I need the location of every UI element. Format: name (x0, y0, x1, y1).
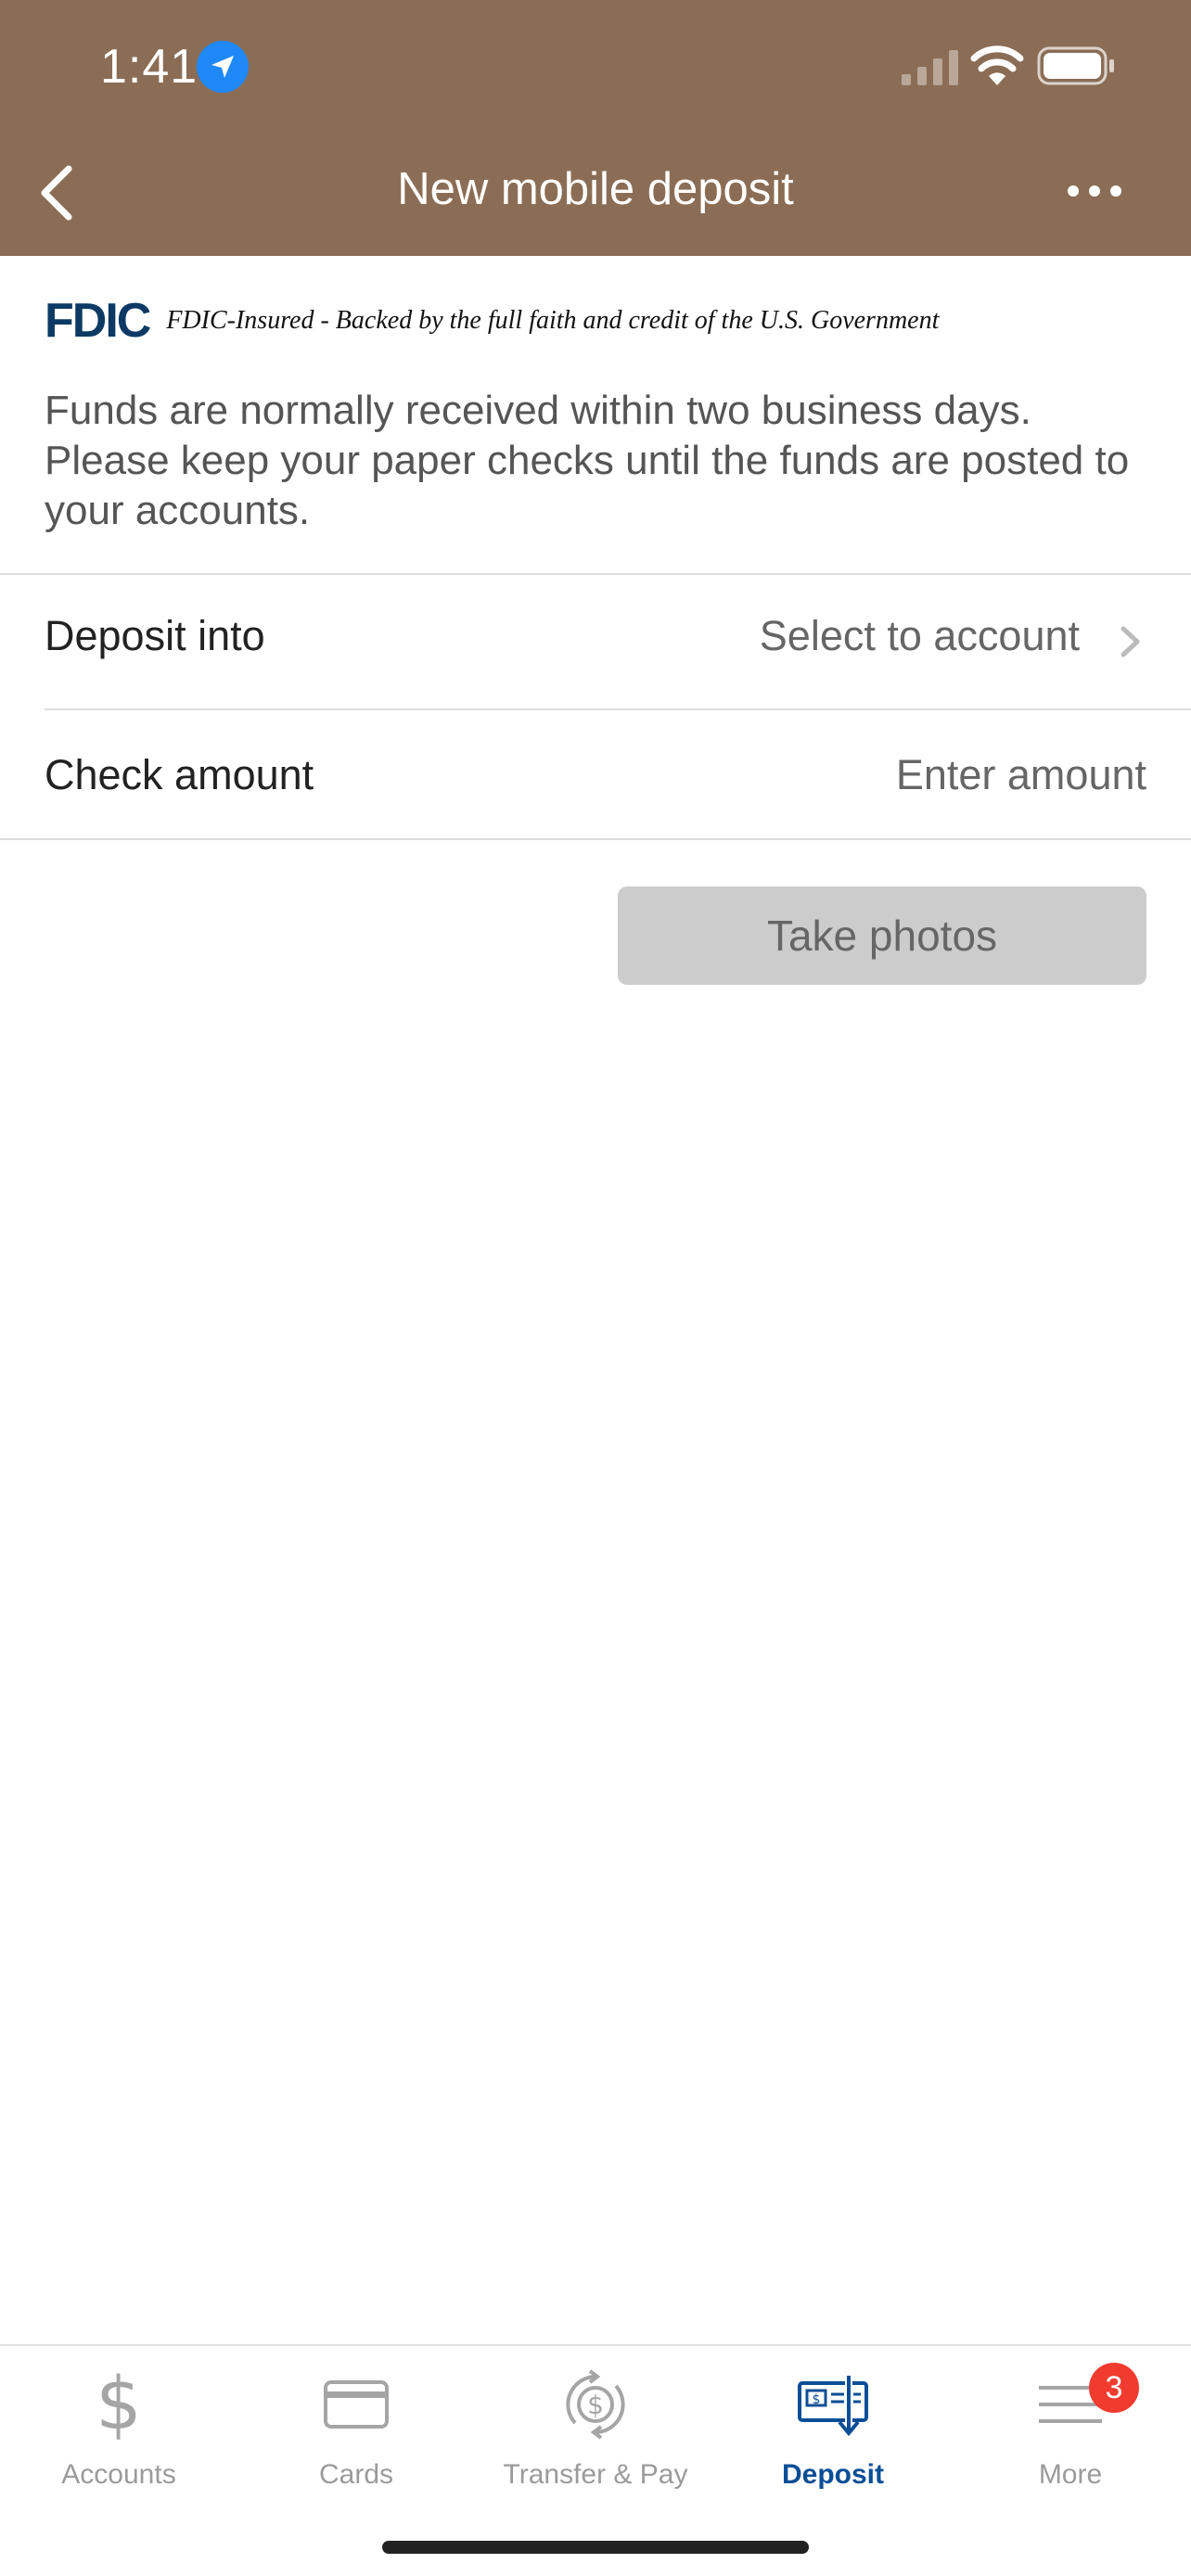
transfer-pay-icon: $ (554, 2363, 637, 2446)
fdic-text: FDIC-Insured - Backed by the full faith … (166, 306, 940, 335)
deposit-into-label: Deposit into (45, 612, 265, 659)
app-header: 1:41 New mobile deposit (0, 0, 1191, 256)
svg-text:$: $ (587, 2390, 604, 2420)
fdic-banner: FDIC FDIC-Insured - Backed by the full f… (45, 294, 940, 348)
tab-accounts[interactable]: $ Accounts (0, 2363, 237, 2511)
wifi-icon (970, 45, 1024, 85)
divider (45, 708, 1191, 710)
check-amount-label: Check amount (45, 751, 314, 798)
status-time: 1:41 (100, 40, 198, 94)
check-amount-input[interactable]: Enter amount (557, 751, 1146, 799)
notification-badge: 3 (1089, 2363, 1139, 2413)
tab-cards[interactable]: Cards (237, 2363, 475, 2511)
tab-deposit[interactable]: $ Deposit (714, 2363, 952, 2511)
tab-label: Accounts (61, 2459, 176, 2490)
dollar-icon: $ (96, 2363, 142, 2446)
tab-transfer-pay[interactable]: $ Transfer & Pay (477, 2363, 714, 2511)
chevron-right-icon (1121, 626, 1140, 657)
card-icon (314, 2363, 398, 2446)
divider (0, 838, 1191, 840)
home-indicator (382, 2541, 809, 2554)
divider (0, 573, 1191, 575)
ellipsis-icon (1068, 185, 1121, 197)
select-account-value[interactable]: Select to account (557, 612, 1080, 660)
location-arrow-icon (197, 41, 249, 93)
tab-label: Transfer & Pay (503, 2459, 688, 2490)
funds-info-text: Funds are normally received within two b… (45, 388, 1130, 533)
tab-label: More (1038, 2459, 1103, 2490)
tab-more[interactable]: More 3 (952, 2363, 1189, 2511)
cellular-signal-icon (902, 50, 958, 85)
tab-label: Cards (318, 2459, 394, 2490)
tab-label: Deposit (781, 2459, 884, 2490)
more-options-button[interactable] (1057, 165, 1132, 217)
battery-icon (1037, 46, 1114, 85)
take-photos-button[interactable]: Take photos (618, 886, 1146, 985)
page-title: New mobile deposit (397, 164, 794, 214)
svg-text:$: $ (813, 2392, 821, 2407)
fdic-logo: FDIC (45, 294, 151, 348)
deposit-check-icon: $ (791, 2363, 875, 2446)
